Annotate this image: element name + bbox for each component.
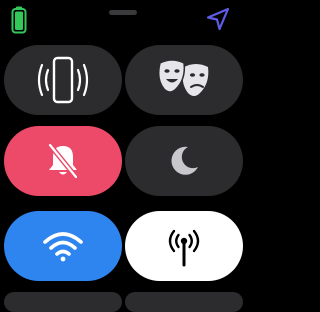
walkie-talkie-button[interactable] — [125, 211, 243, 281]
next-row-tile-left[interactable] — [4, 292, 122, 312]
antenna-icon — [160, 223, 208, 269]
theater-masks-icon — [156, 57, 212, 103]
bell-slash-icon — [43, 141, 83, 181]
theater-mode-button[interactable] — [125, 45, 243, 115]
next-row-tile-right[interactable] — [125, 292, 243, 312]
ping-iphone-icon — [31, 56, 95, 104]
wifi-icon — [41, 229, 85, 263]
wifi-button[interactable] — [4, 211, 122, 281]
location-arrow-icon — [205, 6, 231, 32]
moon-icon — [166, 143, 202, 179]
ping-iphone-button[interactable] — [4, 45, 122, 115]
silent-mode-button[interactable] — [4, 126, 122, 196]
control-center-grabber[interactable] — [109, 10, 137, 15]
battery-charging-icon — [11, 6, 27, 34]
do-not-disturb-button[interactable] — [125, 126, 243, 196]
